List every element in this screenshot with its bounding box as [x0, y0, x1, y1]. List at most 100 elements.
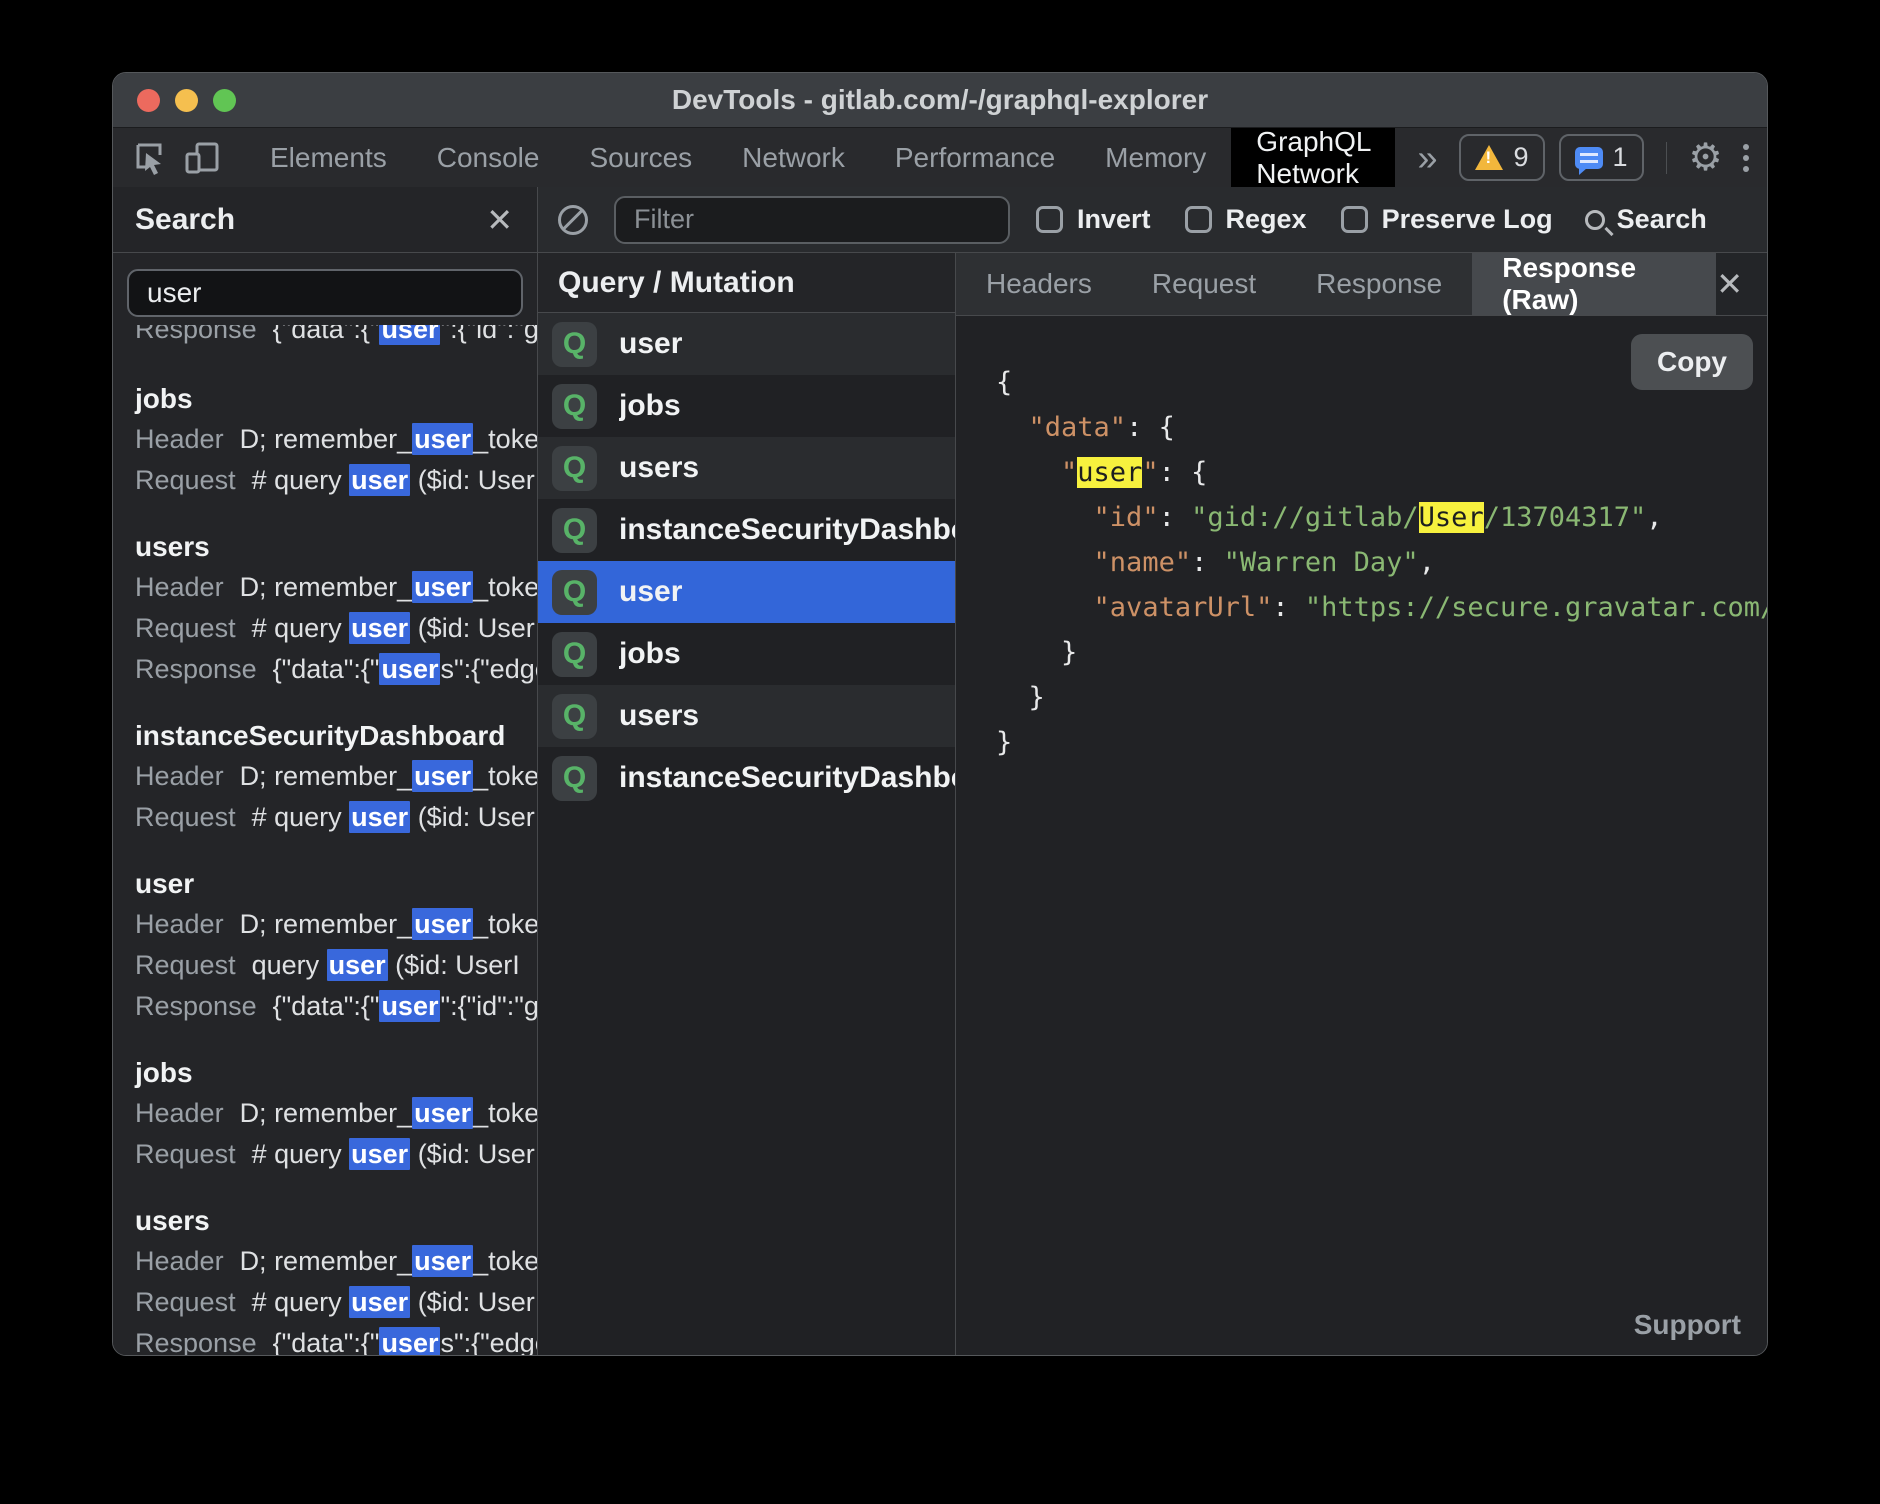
settings-gear-icon[interactable]: ⚙	[1689, 139, 1723, 177]
query-mutation-header: Query / Mutation	[538, 253, 955, 313]
toggle-device-toolbar-icon[interactable]	[183, 140, 221, 176]
query-row-instancesecuritydashboard[interactable]: QinstanceSecurityDashboard	[538, 747, 955, 809]
search-match-highlight: user	[349, 801, 410, 833]
checkbox-preserve-log[interactable]: Preserve Log	[1341, 204, 1553, 235]
search-input[interactable]	[127, 269, 523, 317]
result-line-request[interactable]: Request# query user ($id: UserI	[135, 797, 537, 838]
tab-memory[interactable]: Memory	[1080, 128, 1231, 187]
inspect-element-icon[interactable]	[131, 140, 167, 176]
query-type-badge: Q	[552, 446, 597, 491]
clipped-result-row[interactable]: Response{"data":{"user":{"id":"gi	[135, 325, 537, 353]
result-line-label: Header	[135, 424, 224, 454]
search-result-group[interactable]: usersHeaderD; remember_user_token=eReque…	[135, 526, 537, 690]
result-line-label: Request	[135, 1139, 236, 1169]
search-icon	[1585, 210, 1605, 230]
tab-performance[interactable]: Performance	[870, 128, 1080, 187]
warnings-badge[interactable]: 9	[1459, 134, 1544, 181]
query-row-instancesecuritydashboard[interactable]: QinstanceSecurityDashboard	[538, 499, 955, 561]
response-tab-request[interactable]: Request	[1122, 253, 1286, 315]
network-filter-toolbar: Invert Regex Preserve Log Search	[538, 187, 1767, 253]
query-row-label: instanceSecurityDashboard	[619, 761, 955, 795]
checkbox-box[interactable]	[1036, 206, 1063, 233]
checkbox-invert[interactable]: Invert	[1036, 204, 1151, 235]
kebab-menu-icon[interactable]	[1737, 144, 1755, 172]
json-line: "user": {	[996, 450, 1767, 495]
messages-badge[interactable]: 1	[1559, 134, 1644, 181]
warnings-count: 9	[1513, 142, 1528, 173]
query-row-users[interactable]: Qusers	[538, 437, 955, 499]
result-line-request[interactable]: Requestquery user ($id: UserI	[135, 945, 537, 986]
query-type-badge: Q	[552, 570, 597, 615]
clear-log-icon[interactable]	[558, 205, 588, 235]
response-tab-response-raw[interactable]: Response (Raw)	[1472, 253, 1716, 315]
result-line-request[interactable]: Request# query user ($id: UserI	[135, 608, 537, 649]
query-row-label: instanceSecurityDashboard	[619, 513, 955, 547]
response-tab-headers[interactable]: Headers	[956, 253, 1122, 315]
zoom-window-button[interactable]	[213, 89, 236, 112]
query-list: QuserQjobsQusersQinstanceSecurityDashboa…	[538, 313, 955, 809]
result-line-request[interactable]: Request# query user ($id: UserI	[135, 1282, 537, 1323]
query-mutation-panel: Query / Mutation QuserQjobsQusersQinstan…	[538, 253, 956, 1355]
result-line-request[interactable]: Request# query user ($id: UserI	[135, 460, 537, 501]
search-match-highlight: user	[379, 1327, 440, 1355]
result-line-request[interactable]: Request# query user ($id: UserI	[135, 1134, 537, 1175]
search-result-group[interactable]: jobsHeaderD; remember_user_token=eReques…	[135, 378, 537, 501]
search-panel: Search ✕ Response{"data":{"user":{"id":"…	[113, 187, 538, 1355]
result-line-header[interactable]: HeaderD; remember_user_token=e	[135, 567, 537, 608]
search-match-highlight: user	[327, 949, 388, 981]
search-match-highlight: user	[412, 1245, 473, 1277]
window-title: DevTools - gitlab.com/-/graphql-explorer	[672, 84, 1208, 116]
minimize-window-button[interactable]	[175, 89, 198, 112]
support-link[interactable]: Support	[1634, 1309, 1741, 1341]
filter-input[interactable]	[614, 196, 1010, 244]
result-group-title: user	[135, 863, 537, 904]
search-result-group[interactable]: usersHeaderD; remember_user_token=eReque…	[135, 1200, 537, 1355]
checkbox-box[interactable]	[1185, 206, 1212, 233]
tab-sources[interactable]: Sources	[564, 128, 717, 187]
response-tab-response[interactable]: Response	[1286, 253, 1472, 315]
result-line-header[interactable]: HeaderD; remember_user_token=e	[135, 904, 537, 945]
query-row-jobs[interactable]: Qjobs	[538, 623, 955, 685]
query-row-user[interactable]: Quser	[538, 313, 955, 375]
search-match-highlight: user	[412, 423, 473, 455]
tab-network[interactable]: Network	[717, 128, 870, 187]
result-line-response[interactable]: Response{"data":{"users":{"edges	[135, 649, 537, 690]
result-line-response[interactable]: Response{"data":{"user":{"id":"gid	[135, 986, 537, 1027]
result-line-label: Header	[135, 1098, 224, 1128]
tab-console[interactable]: Console	[412, 128, 565, 187]
result-line-header[interactable]: HeaderD; remember_user_token=e	[135, 1093, 537, 1134]
result-line-header[interactable]: HeaderD; remember_user_token=e	[135, 419, 537, 460]
search-result-group[interactable]: instanceSecurityDashboardHeaderD; rememb…	[135, 715, 537, 838]
tab-graphql-network[interactable]: GraphQL Network	[1231, 128, 1395, 187]
result-line-header[interactable]: HeaderD; remember_user_token=e	[135, 756, 537, 797]
result-group-title: users	[135, 526, 537, 567]
json-search-highlight: user	[1077, 457, 1142, 488]
checkbox-regex[interactable]: Regex	[1185, 204, 1307, 235]
result-line-header[interactable]: HeaderD; remember_user_token=e	[135, 1241, 537, 1282]
search-match-highlight: user	[379, 653, 440, 685]
result-line-label: Response	[135, 654, 257, 684]
query-row-user-selected[interactable]: Quser	[538, 561, 955, 623]
result-line-label: Header	[135, 761, 224, 791]
search-result-group[interactable]: jobsHeaderD; remember_user_token=eReques…	[135, 1052, 537, 1175]
result-line-response[interactable]: Response{"data":{"user":{"id":"gi	[135, 325, 537, 350]
query-row-jobs[interactable]: Qjobs	[538, 375, 955, 437]
copy-button[interactable]: Copy	[1631, 334, 1753, 390]
close-detail-icon[interactable]: ✕	[1716, 268, 1743, 300]
tab-elements[interactable]: Elements	[245, 128, 412, 187]
search-match-highlight: user	[349, 1138, 410, 1170]
devtools-window: DevTools - gitlab.com/-/graphql-explorer…	[112, 72, 1768, 1356]
result-line-label: Header	[135, 909, 224, 939]
result-line-label: Header	[135, 572, 224, 602]
checkbox-box[interactable]	[1341, 206, 1368, 233]
search-result-group[interactable]: userHeaderD; remember_user_token=eReques…	[135, 863, 537, 1027]
close-search-icon[interactable]: ✕	[486, 204, 513, 236]
close-window-button[interactable]	[137, 89, 160, 112]
more-tabs-chevron[interactable]: »	[1395, 128, 1459, 187]
query-row-users[interactable]: Qusers	[538, 685, 955, 747]
toolbar-search-label: Search	[1617, 204, 1707, 235]
message-bubble-icon	[1575, 147, 1603, 169]
query-type-badge: Q	[552, 508, 597, 553]
result-line-response[interactable]: Response{"data":{"users":{"edges	[135, 1323, 537, 1355]
toolbar-search[interactable]: Search	[1585, 204, 1707, 235]
